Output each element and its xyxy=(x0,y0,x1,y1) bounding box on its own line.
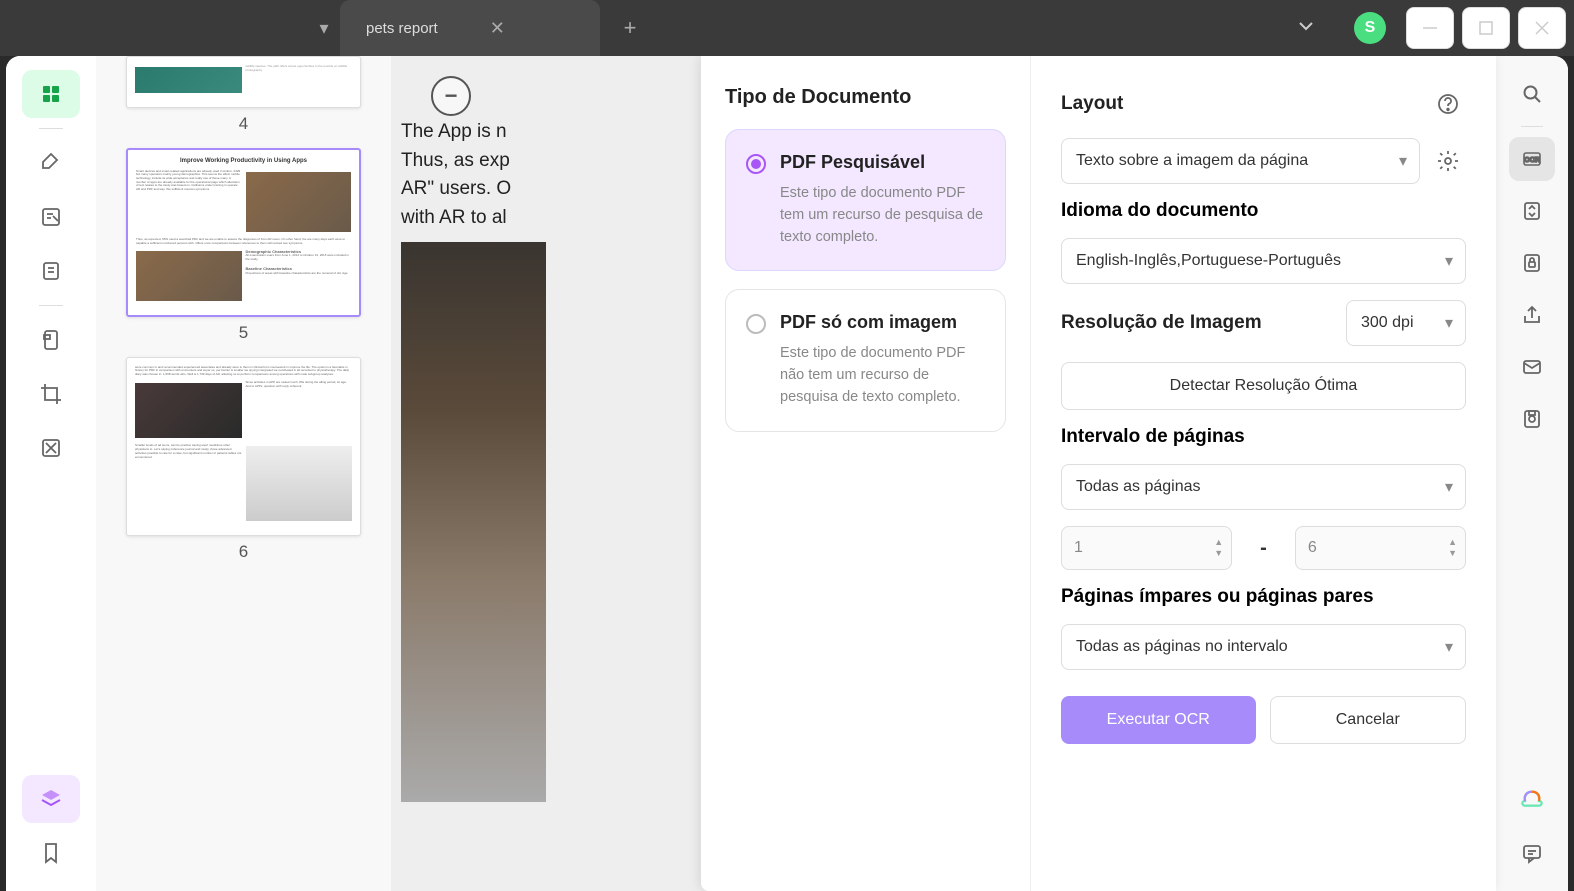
thumbnails-panel: wildlife species. The path offers ample … xyxy=(96,56,391,891)
bookmarks-tool[interactable] xyxy=(22,829,80,877)
maximize-button[interactable] xyxy=(1462,7,1510,49)
run-ocr-button[interactable]: Executar OCR xyxy=(1061,696,1256,744)
thumb-label: 6 xyxy=(126,536,361,568)
left-toolbar xyxy=(6,56,96,891)
page-range-select[interactable]: Todas as páginas xyxy=(1061,464,1466,510)
convert-icon[interactable] xyxy=(1509,189,1555,233)
protect-icon[interactable] xyxy=(1509,241,1555,285)
step-down[interactable]: ▼ xyxy=(1448,549,1457,558)
form-tool[interactable] xyxy=(22,316,80,364)
radio-icon xyxy=(746,154,766,174)
document-image xyxy=(401,242,546,802)
separator xyxy=(39,305,63,306)
layout-label: Layout xyxy=(1061,93,1420,115)
cancel-button[interactable]: Cancelar xyxy=(1270,696,1467,744)
step-down[interactable]: ▼ xyxy=(1214,549,1223,558)
step-up[interactable]: ▲ xyxy=(1448,538,1457,547)
edit-tool[interactable] xyxy=(22,193,80,241)
oddeven-label: Páginas ímpares ou páginas pares xyxy=(1061,586,1466,608)
page-range-label: Intervalo de páginas xyxy=(1061,426,1466,448)
document-text: The App is n Thus, as exp AR" users. O w… xyxy=(401,118,511,232)
email-icon[interactable] xyxy=(1509,345,1555,389)
crop-tool[interactable] xyxy=(22,370,80,418)
step-up[interactable]: ▲ xyxy=(1214,538,1223,547)
share-icon[interactable] xyxy=(1509,293,1555,337)
option-desc: Este tipo de documento PDF tem um recurs… xyxy=(780,183,985,248)
thumbnail-4[interactable]: wildlife species. The path offers ample … xyxy=(126,56,361,140)
tab-title: pets report xyxy=(366,20,438,37)
ai-assistant-icon[interactable] xyxy=(1509,779,1555,823)
language-select[interactable]: English-Inglês,Portuguese-Português xyxy=(1061,238,1466,284)
separator xyxy=(1521,126,1543,127)
thumbnails-tool[interactable] xyxy=(22,70,80,118)
tab-plus-left[interactable]: ▾ xyxy=(308,0,340,56)
thumbnail-5[interactable]: Improve Working Productivity in Using Ap… xyxy=(126,148,361,349)
redact-tool[interactable] xyxy=(22,424,80,472)
user-avatar[interactable]: S xyxy=(1354,12,1386,44)
option-searchable-pdf[interactable]: PDF Pesquisável Este tipo de documento P… xyxy=(725,129,1006,271)
settings-icon[interactable] xyxy=(1430,143,1466,179)
tab-close-button[interactable]: ✕ xyxy=(486,14,509,43)
right-toolbar: OCR xyxy=(1496,56,1568,891)
minimize-button[interactable] xyxy=(1406,7,1454,49)
pages-tool[interactable] xyxy=(22,247,80,295)
detect-resolution-button[interactable]: Detectar Resolução Ótima xyxy=(1061,362,1466,410)
new-tab-button[interactable]: + xyxy=(600,0,660,56)
resolution-label: Resolução de Imagem xyxy=(1061,312,1336,334)
option-title: PDF Pesquisável xyxy=(780,152,985,173)
tabs-dropdown[interactable] xyxy=(1278,6,1334,51)
option-image-only-pdf[interactable]: PDF só com imagem Este tipo de documento… xyxy=(725,289,1006,431)
help-icon[interactable] xyxy=(1430,86,1466,122)
comments-icon[interactable] xyxy=(1509,831,1555,875)
search-icon[interactable] xyxy=(1509,72,1555,116)
separator xyxy=(39,128,63,129)
doctype-title: Tipo de Documento xyxy=(725,86,1006,109)
thumbnail-6[interactable]: were common in and recommended experienc… xyxy=(126,357,361,569)
layout-select[interactable]: Texto sobre a imagem da página xyxy=(1061,138,1420,184)
collapse-button[interactable]: − xyxy=(431,76,471,116)
save-icon[interactable] xyxy=(1509,397,1555,441)
range-from-input[interactable]: ▲▼ xyxy=(1061,526,1232,570)
document-tab[interactable]: pets report ✕ xyxy=(340,0,600,56)
highlight-tool[interactable] xyxy=(22,139,80,187)
close-window-button[interactable] xyxy=(1518,7,1566,49)
range-dash: - xyxy=(1244,537,1283,560)
oddeven-select[interactable]: Todas as páginas no intervalo xyxy=(1061,624,1466,670)
layers-tool[interactable] xyxy=(22,775,80,823)
language-label: Idioma do documento xyxy=(1061,200,1466,222)
resolution-select[interactable]: 300 dpi xyxy=(1346,300,1466,346)
range-to-input[interactable]: ▲▼ xyxy=(1295,526,1466,570)
radio-icon xyxy=(746,314,766,334)
document-view[interactable]: − The App is n Thus, as exp AR" users. O… xyxy=(391,56,1496,891)
thumb-label: 5 xyxy=(126,317,361,349)
thumb-label: 4 xyxy=(126,108,361,140)
ocr-icon[interactable]: OCR xyxy=(1509,137,1555,181)
option-desc: Este tipo de documento PDF não tem um re… xyxy=(780,343,985,408)
ocr-panel: Tipo de Documento PDF Pesquisável Este t… xyxy=(701,56,1496,891)
svg-text:OCR: OCR xyxy=(1524,157,1540,164)
option-title: PDF só com imagem xyxy=(780,312,985,333)
